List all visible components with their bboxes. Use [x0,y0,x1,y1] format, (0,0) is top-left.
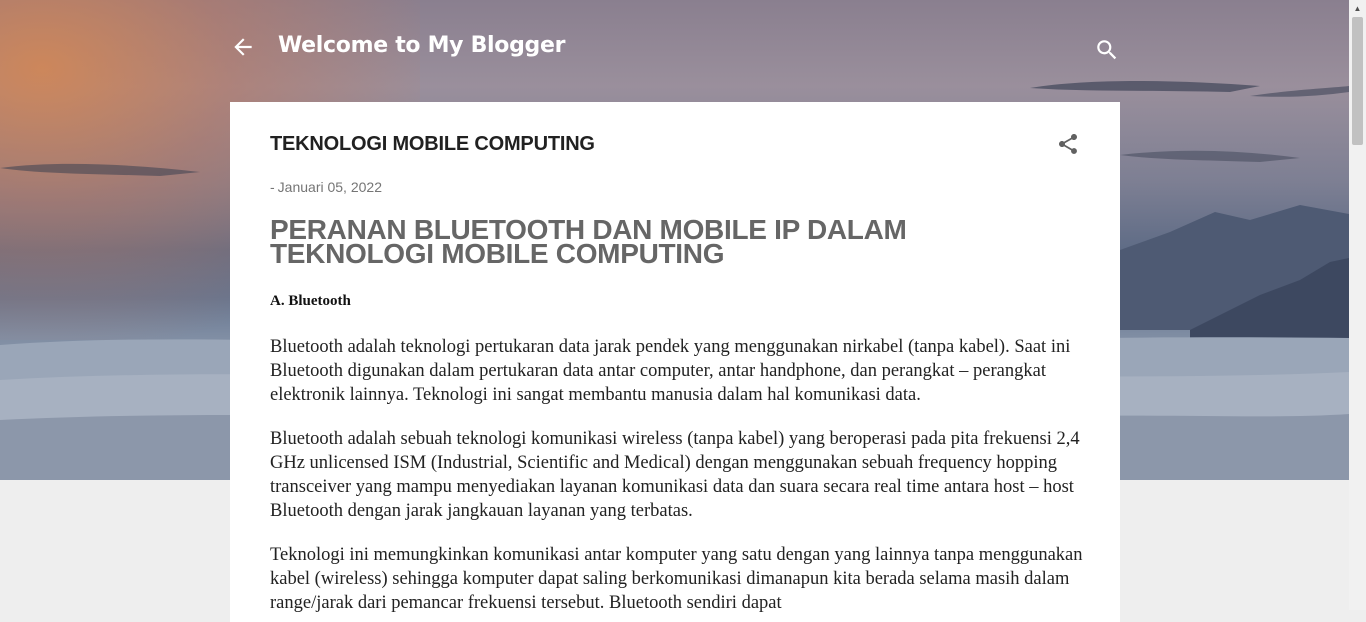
date-text: Januari 05, 2022 [277,179,382,195]
scroll-up-arrow[interactable]: ▲ [1349,0,1366,17]
search-button[interactable] [1094,37,1120,63]
post-date[interactable]: - Januari 05, 2022 [270,179,382,195]
paragraph-3: Teknologi ini memungkinkan komunikasi an… [270,545,1083,613]
post-card: TEKNOLOGI MOBILE COMPUTING - Januari 05, … [230,102,1120,622]
share-button[interactable] [1056,132,1080,156]
page-scrollbar[interactable]: ▲ [1349,0,1366,610]
section-heading: A. Bluetooth [270,293,351,309]
blog-title[interactable]: Welcome to My Blogger [278,33,565,58]
scroll-thumb[interactable] [1352,17,1363,145]
paragraph-2: Bluetooth adalah sebuah teknologi komuni… [270,429,1080,521]
paragraph-1: Bluetooth adalah teknologi pertukaran da… [270,337,1071,405]
post-heading: PERANAN BLUETOOTH DAN MOBILE IP DALAM TE… [270,214,907,269]
date-prefix: - [270,179,275,195]
search-icon [1097,40,1117,60]
post-title[interactable]: TEKNOLOGI MOBILE COMPUTING [270,133,595,156]
share-icon [1059,134,1077,154]
back-button[interactable] [230,34,256,60]
arrow-left-icon [234,38,252,56]
